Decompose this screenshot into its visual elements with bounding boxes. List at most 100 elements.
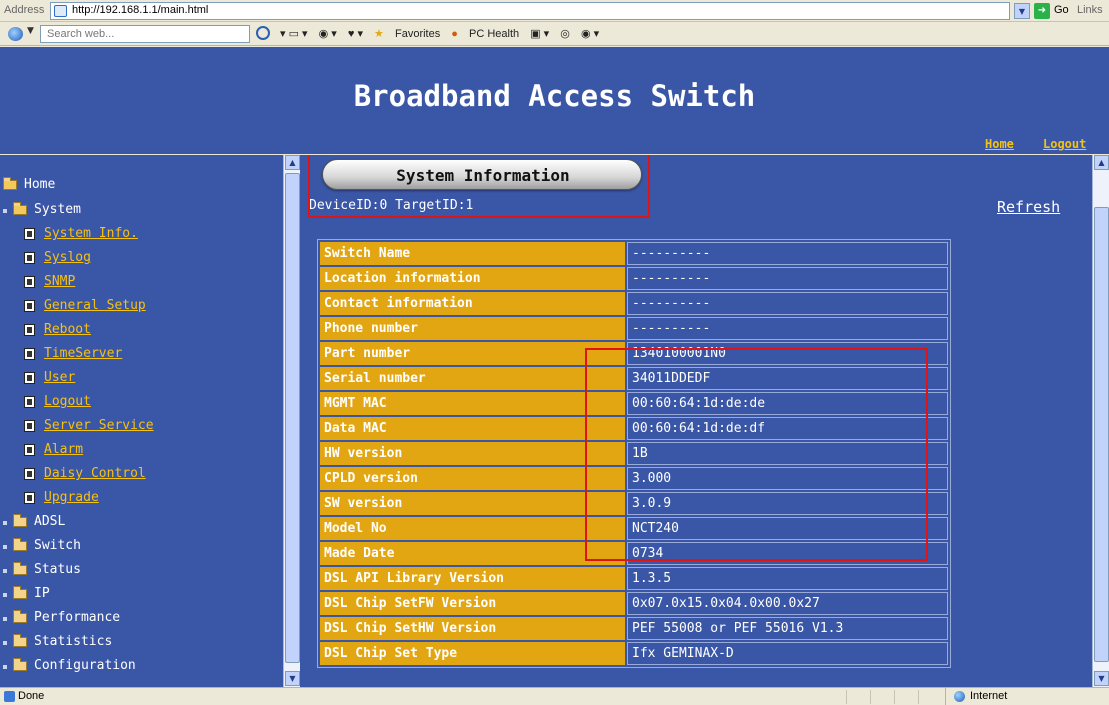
page-icon bbox=[24, 420, 35, 432]
nav-tree: Home System System Info. Syslog SNMP Gen… bbox=[0, 155, 282, 687]
folder-icon bbox=[13, 658, 27, 671]
folder-open-icon bbox=[13, 202, 27, 215]
highlight-box-values bbox=[585, 348, 928, 561]
nav-item-label: Daisy Control bbox=[44, 466, 146, 481]
page-icon bbox=[24, 492, 35, 504]
page-icon bbox=[24, 300, 35, 312]
page-icon bbox=[24, 252, 35, 264]
go-arrow-icon[interactable]: ➜ bbox=[1034, 3, 1050, 19]
main-scrollbar[interactable]: ▲ ▼ bbox=[1092, 155, 1109, 687]
row-key: CPLD version bbox=[320, 467, 625, 490]
search-toolbar: ▼ Search web... ▾ ▭ ▾ ◉ ▾ ♥ ▾ ★ Favorite… bbox=[0, 22, 1109, 46]
addon-icon[interactable]: ◉ ▾ bbox=[319, 28, 337, 40]
row-key: Model No bbox=[320, 517, 625, 540]
home-link[interactable]: Home bbox=[985, 137, 1014, 151]
row-key: MGMT MAC bbox=[320, 392, 625, 415]
scrollbar-thumb[interactable] bbox=[1094, 207, 1109, 662]
scrollbar-thumb[interactable] bbox=[285, 173, 300, 663]
left-navigation: Home System System Info. Syslog SNMP Gen… bbox=[0, 155, 300, 687]
nav-scrollbar[interactable]: ▲ ▼ bbox=[283, 155, 300, 687]
nav-folder-label: Statistics bbox=[34, 634, 113, 649]
tree-connector bbox=[3, 593, 7, 597]
row-value: 1.3.5 bbox=[627, 567, 948, 590]
table-row: DSL Chip SetHW Version PEF 55008 or PEF 5… bbox=[320, 617, 948, 640]
highlight-box-title bbox=[308, 155, 650, 218]
folder-icon bbox=[13, 538, 27, 551]
scroll-up-icon[interactable]: ▲ bbox=[1094, 155, 1109, 170]
tree-connector bbox=[3, 665, 7, 669]
nav-item-label: Logout bbox=[44, 394, 91, 409]
search-icon[interactable] bbox=[256, 26, 270, 40]
address-label: Address bbox=[4, 4, 45, 16]
row-key: DSL Chip Set Type bbox=[320, 642, 625, 665]
tree-connector bbox=[3, 545, 7, 549]
table-row: Switch Name ---------- bbox=[320, 242, 948, 265]
page-done-icon bbox=[4, 691, 15, 702]
nav-item-label: General Setup bbox=[44, 298, 146, 313]
table-row: Contact information ---------- bbox=[320, 292, 948, 315]
favorites-button[interactable]: Favorites bbox=[395, 28, 440, 40]
refresh-link[interactable]: Refresh bbox=[997, 198, 1060, 216]
nav-item-label: Reboot bbox=[44, 322, 91, 337]
page-icon bbox=[24, 444, 35, 456]
folder-icon bbox=[13, 610, 27, 623]
window-icon[interactable]: ▣ ▾ bbox=[530, 28, 549, 40]
folder-icon bbox=[13, 514, 27, 527]
table-row: Phone number ---------- bbox=[320, 317, 948, 340]
tree-connector bbox=[3, 617, 7, 621]
folder-icon bbox=[13, 634, 27, 647]
row-key: Serial number bbox=[320, 367, 625, 390]
table-row: DSL Chip Set Type Ifx GEMINAX-D bbox=[320, 642, 948, 665]
table-row: DSL Chip SetFW Version 0x07.0x15.0x04.0x0… bbox=[320, 592, 948, 615]
scroll-down-icon[interactable]: ▼ bbox=[1094, 671, 1109, 686]
table-row: DSL API Library Version 1.3.5 bbox=[320, 567, 948, 590]
row-key: Data MAC bbox=[320, 417, 625, 440]
url-input[interactable]: http://192.168.1.1/main.html bbox=[50, 2, 1010, 20]
pc-health-button[interactable]: PC Health bbox=[469, 28, 519, 40]
logout-link[interactable]: Logout bbox=[1043, 137, 1086, 151]
nav-system-label: System bbox=[34, 202, 81, 217]
nav-home-label: Home bbox=[24, 177, 56, 192]
globe-icon bbox=[954, 691, 965, 702]
scroll-down-icon[interactable]: ▼ bbox=[285, 671, 300, 686]
refresh-round-icon[interactable]: ◎ bbox=[560, 28, 570, 40]
tree-connector bbox=[3, 641, 7, 645]
favorites-star-icon: ★ bbox=[374, 28, 384, 40]
page-header: Broadband Access Switch Home Logout bbox=[0, 47, 1109, 154]
toolbar-items: ▾ ▭ ▾ ◉ ▾ ♥ ▾ ★ Favorites ● PC Health ▣ … bbox=[280, 27, 607, 40]
page-icon bbox=[24, 396, 35, 408]
page-icon bbox=[24, 276, 35, 288]
pc-health-icon: ● bbox=[451, 28, 458, 40]
address-dropdown-button[interactable]: ▼ bbox=[1014, 3, 1030, 19]
web-search-input[interactable]: Search web... bbox=[40, 25, 250, 43]
messenger-icon[interactable]: ♥ ▾ bbox=[348, 28, 363, 40]
toolbar-logo-icon[interactable] bbox=[8, 27, 23, 41]
go-button[interactable]: Go bbox=[1054, 4, 1069, 16]
tree-connector bbox=[3, 209, 7, 213]
row-key: SW version bbox=[320, 492, 625, 515]
row-value: 0x07.0x15.0x04.0x00.0x27 bbox=[627, 592, 948, 615]
help-icon[interactable]: ◉ ▾ bbox=[581, 28, 599, 40]
status-divider bbox=[870, 690, 871, 704]
row-key: DSL API Library Version bbox=[320, 567, 625, 590]
nav-item-label: Alarm bbox=[44, 442, 84, 457]
nav-folder-label: Status bbox=[34, 562, 81, 577]
table-row: Location information ---------- bbox=[320, 267, 948, 290]
row-value: Ifx GEMINAX-D bbox=[627, 642, 948, 665]
row-key: Switch Name bbox=[320, 242, 625, 265]
zone-text: Internet bbox=[970, 690, 1008, 702]
row-key: Part number bbox=[320, 342, 625, 365]
status-divider bbox=[894, 690, 895, 704]
highlight-icon[interactable]: ▾ ▭ ▾ bbox=[280, 28, 308, 40]
security-zone: Internet bbox=[945, 688, 1109, 705]
status-divider bbox=[918, 690, 919, 704]
nav-item-label: SNMP bbox=[44, 274, 76, 289]
main-content: System Information DeviceID:0 TargetID:1… bbox=[300, 155, 1109, 687]
page-title: Broadband Access Switch bbox=[353, 79, 756, 113]
chevron-down-icon[interactable]: ▼ bbox=[27, 26, 34, 36]
links-button[interactable]: Links bbox=[1077, 4, 1103, 16]
page-icon bbox=[24, 228, 35, 240]
nav-folder-label: Performance bbox=[34, 610, 121, 625]
scroll-up-icon[interactable]: ▲ bbox=[285, 155, 300, 170]
folder-open-icon bbox=[3, 177, 17, 190]
